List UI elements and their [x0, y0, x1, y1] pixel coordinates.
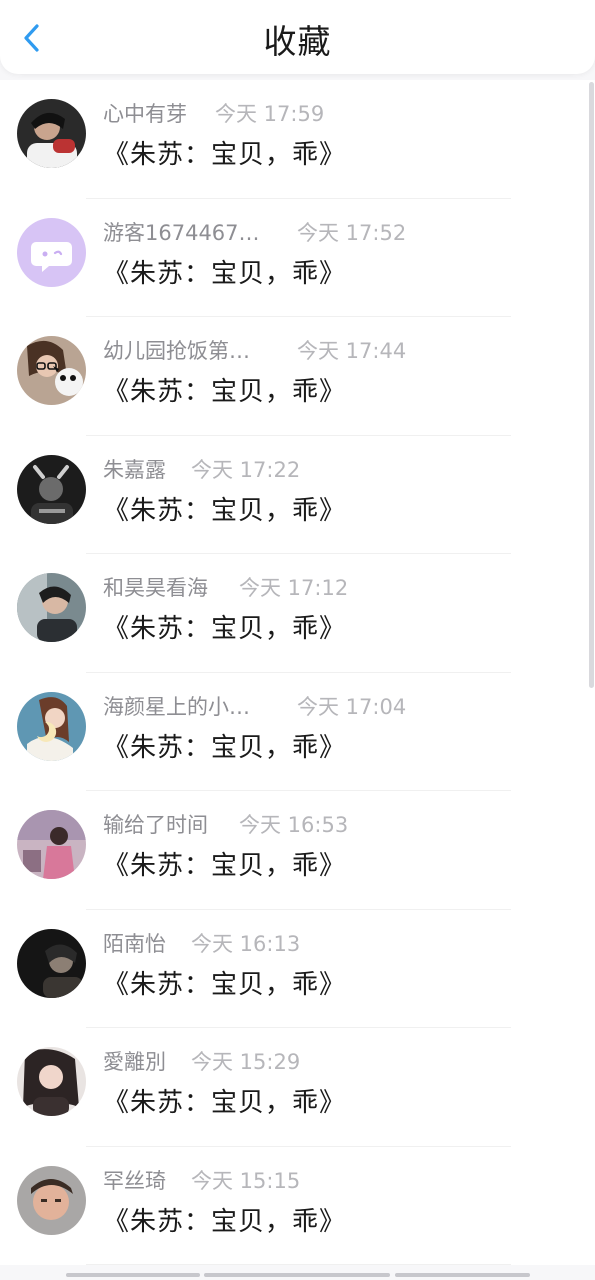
user-name: 罕丝琦	[103, 1168, 166, 1193]
user-name: 陌南怡	[103, 931, 166, 956]
favorites-page: 收藏 心中有芽 今天 17:59 《朱苏：宝贝，乖》 游客1674467… 今天…	[0, 0, 595, 1280]
avatar[interactable]	[17, 454, 86, 524]
avatar[interactable]	[17, 573, 86, 642]
timestamp: 今天 16:53	[239, 813, 349, 837]
timestamp: 今天 17:59	[215, 102, 325, 126]
message-text: 《朱苏：宝贝，乖》	[103, 377, 347, 407]
list-item[interactable]: 输给了时间 今天 16:53 《朱苏：宝贝，乖》	[0, 791, 595, 910]
list-item[interactable]: 心中有芽 今天 17:59 《朱苏：宝贝，乖》	[0, 80, 595, 199]
avatar[interactable]	[17, 810, 86, 879]
list-item[interactable]: 游客1674467… 今天 17:52 《朱苏：宝贝，乖》	[0, 199, 595, 317]
timestamp: 今天 17:52	[297, 220, 407, 245]
avatar[interactable]	[17, 691, 86, 761]
list-item[interactable]: 幼儿园抢饭第… 今天 17:44 《朱苏：宝贝，乖》	[0, 317, 595, 436]
message-text: 《朱苏：宝贝，乖》	[103, 1206, 347, 1237]
favorites-list: 心中有芽 今天 17:59 《朱苏：宝贝，乖》 游客1674467… 今天 17…	[0, 80, 595, 1265]
list-item[interactable]: 海颜星上的小… 今天 17:04 《朱苏：宝贝，乖》	[0, 673, 595, 791]
timestamp: 今天 16:13	[191, 931, 301, 956]
user-name: 游客1674467…	[103, 220, 260, 245]
avatar[interactable]	[17, 336, 86, 405]
user-name: 心中有芽	[103, 102, 187, 126]
message-text: 《朱苏：宝贝，乖》	[103, 495, 347, 526]
message-text: 《朱苏：宝贝，乖》	[103, 732, 347, 763]
message-text: 《朱苏：宝贝，乖》	[103, 1088, 347, 1118]
list-item[interactable]: 朱嘉露 今天 17:22 《朱苏：宝贝，乖》	[0, 436, 595, 554]
timestamp: 今天 17:44	[297, 339, 407, 363]
list-item[interactable]: 陌南怡 今天 16:13 《朱苏：宝贝，乖》	[0, 910, 595, 1028]
user-name: 和昊昊看海	[103, 576, 208, 600]
scrollbar[interactable]	[589, 82, 594, 688]
message-text: 《朱苏：宝贝，乖》	[103, 969, 347, 1000]
user-name: 幼儿园抢饭第…	[103, 339, 250, 363]
list-item[interactable]: 罕丝琦 今天 15:15 《朱苏：宝贝，乖》	[0, 1147, 595, 1265]
page-title: 收藏	[263, 22, 332, 61]
message-text: 《朱苏：宝贝，乖》	[103, 140, 347, 170]
avatar[interactable]	[17, 217, 86, 287]
list-item[interactable]: 愛離別 今天 15:29 《朱苏：宝贝，乖》	[0, 1028, 595, 1147]
user-name: 海颜星上的小…	[103, 694, 250, 719]
timestamp: 今天 17:12	[239, 576, 349, 600]
bottom-indicator	[0, 1273, 595, 1279]
timestamp: 今天 15:15	[191, 1168, 301, 1193]
timestamp: 今天 17:22	[191, 457, 301, 482]
avatar[interactable]	[17, 99, 86, 168]
list-item[interactable]: 和昊昊看海 今天 17:12 《朱苏：宝贝，乖》	[0, 554, 595, 673]
user-name: 朱嘉露	[103, 457, 166, 482]
timestamp: 今天 17:04	[297, 694, 407, 719]
top-bar: 收藏	[0, 0, 595, 74]
message-text: 《朱苏：宝贝，乖》	[103, 258, 347, 289]
user-name: 输给了时间	[103, 813, 208, 837]
avatar[interactable]	[17, 1165, 86, 1235]
user-name: 愛離別	[103, 1050, 166, 1074]
timestamp: 今天 15:29	[191, 1050, 301, 1074]
avatar[interactable]	[17, 928, 86, 998]
avatar[interactable]	[17, 1047, 86, 1116]
message-text: 《朱苏：宝贝，乖》	[103, 851, 347, 881]
message-text: 《朱苏：宝贝，乖》	[103, 614, 347, 644]
divider	[86, 1264, 511, 1265]
